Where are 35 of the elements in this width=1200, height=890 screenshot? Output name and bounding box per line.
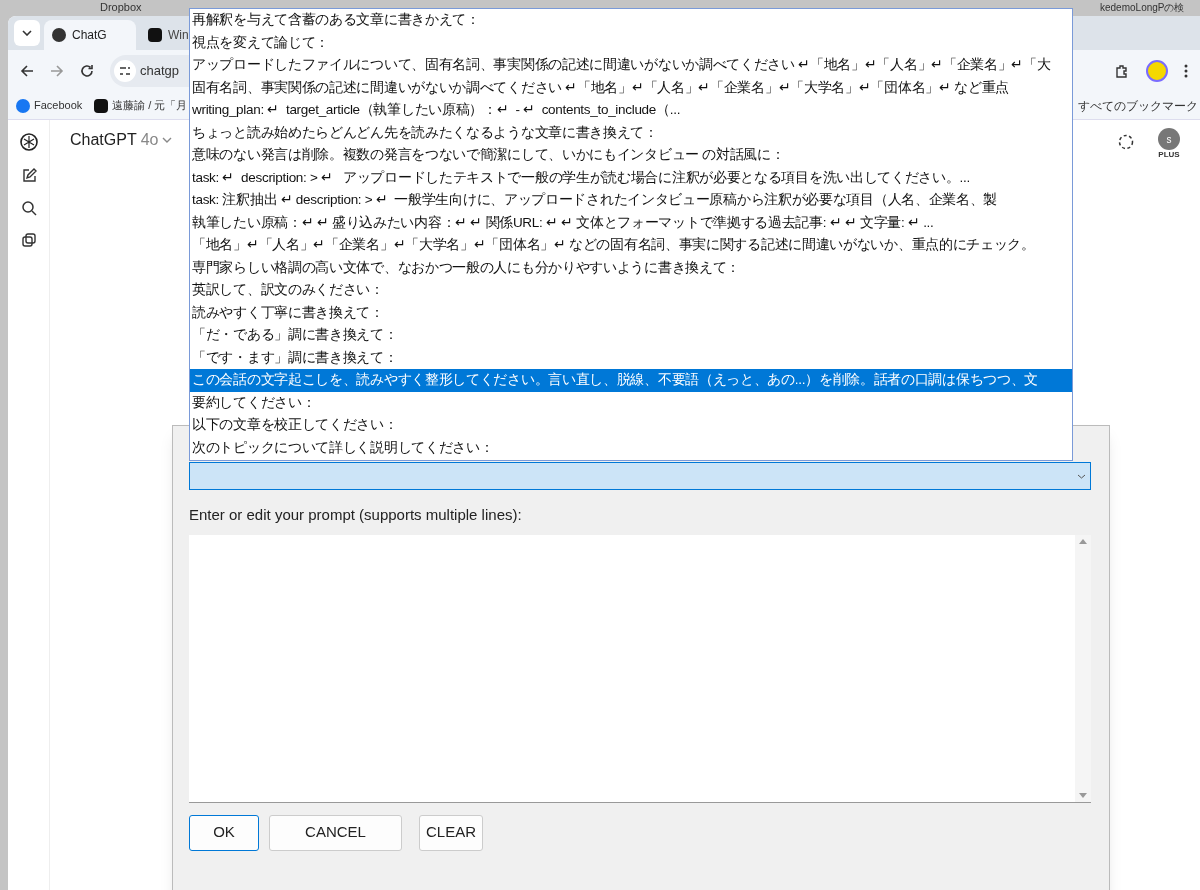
reload-icon[interactable]	[80, 64, 94, 78]
library-icon[interactable]	[20, 232, 37, 248]
bookmark-link[interactable]: Facebook	[34, 97, 83, 114]
window-title: kedemoLongPの検	[1100, 1, 1185, 14]
prompt-label: Enter or edit your prompt (supports multiple lines):	[189, 505, 523, 525]
bookmark-link[interactable]: 遠藤諭 / 元「月	[112, 97, 188, 114]
search-icon[interactable]	[20, 200, 37, 216]
forward-icon[interactable]	[50, 64, 64, 78]
chevron-down-icon	[162, 137, 173, 143]
site-icon	[148, 28, 162, 42]
dropdown-option[interactable]: この会話の文字起こしを、読みやすく整形してください。言い直し、脱線、不要語（えっと、あの...）を削除。話者の口調は保ちつつ、文	[190, 369, 1072, 392]
site-icon	[52, 28, 66, 42]
scrollbar[interactable]	[1075, 534, 1091, 802]
plan-label: PLUS	[1158, 150, 1180, 159]
back-icon[interactable]	[20, 64, 34, 78]
logo-icon[interactable]	[18, 132, 39, 152]
dialog-button[interactable]: CLEAR	[419, 814, 483, 851]
prompt-combo-box[interactable]	[189, 462, 1091, 490]
folder-path-text: Dropbox	[100, 1, 142, 14]
user-avatar[interactable]: s	[1158, 128, 1180, 150]
site-settings-icon	[114, 60, 136, 82]
model-selector[interactable]: ChatGPT 4o	[70, 128, 173, 152]
browser-tab[interactable]: ChatG	[44, 20, 136, 50]
profile-avatar[interactable]	[1146, 60, 1168, 82]
chevron-down-icon	[22, 30, 32, 36]
more-icon[interactable]	[1184, 64, 1188, 78]
dialog-button[interactable]: CANCEL	[269, 814, 402, 851]
edit-icon[interactable]	[20, 168, 37, 184]
extensions-icon[interactable]	[1114, 63, 1130, 79]
chevron-down-icon	[1077, 473, 1086, 479]
facebook-icon	[16, 98, 30, 113]
tab-list-button[interactable]	[14, 20, 40, 46]
dialog-button[interactable]: OK	[189, 814, 259, 851]
dashed-circle-icon[interactable]	[1118, 134, 1134, 150]
all-bookmarks-link[interactable]: すべてのブックマーク	[1078, 98, 1198, 113]
